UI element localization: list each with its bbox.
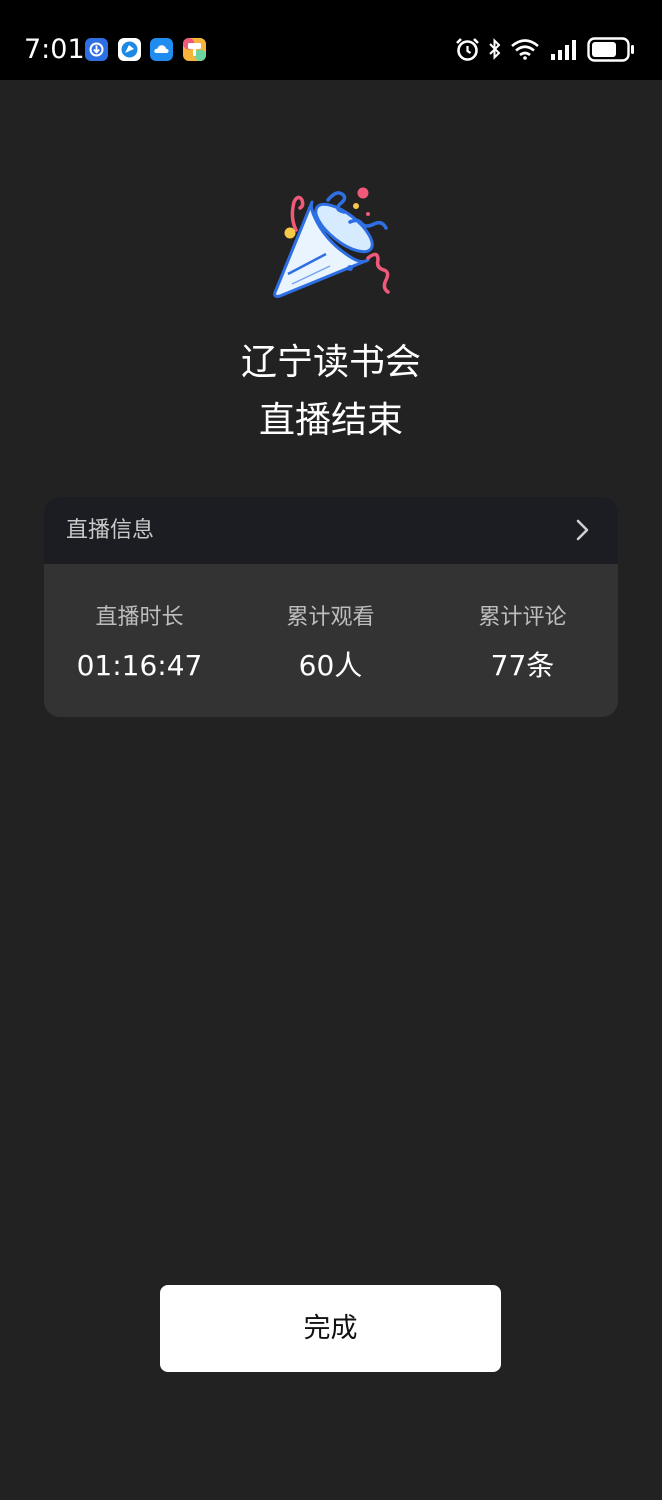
chevron-right-icon (574, 517, 592, 543)
browser-app-icon (118, 38, 141, 61)
stat-label: 累计评论 (478, 605, 567, 630)
live-info-card: 直播信息 直播时长 01:16:47 累计观看 60人 累计评论 77条 (44, 497, 618, 717)
stat-value: 77条 (490, 649, 555, 682)
live-info-header[interactable]: 直播信息 (44, 497, 618, 564)
bluetooth-icon (487, 37, 503, 65)
stat-comments: 累计评论 77条 (427, 602, 618, 686)
cloud-app-icon (150, 38, 173, 61)
stat-duration: 直播时长 01:16:47 (44, 602, 235, 686)
stat-label: 累计观看 (286, 605, 375, 630)
stream-name: 辽宁读书会 (240, 342, 421, 383)
brush-app-icon (183, 38, 206, 61)
done-button[interactable]: 完成 (160, 1285, 501, 1372)
status-time: 7:01 (24, 34, 85, 65)
battery-icon (587, 37, 635, 66)
stat-value: 60人 (298, 649, 363, 682)
status-bar: 7:01 (0, 0, 662, 80)
alarm-icon (455, 37, 480, 66)
stream-ended-title: 直播结束 (258, 400, 403, 441)
stat-value: 01:16:47 (76, 649, 203, 682)
download-app-icon (85, 38, 108, 61)
party-popper-icon (266, 184, 396, 306)
stat-label: 直播时长 (95, 605, 184, 630)
live-info-label: 直播信息 (66, 518, 155, 543)
stat-viewers: 累计观看 60人 (235, 602, 426, 686)
signal-icon (550, 39, 578, 65)
wifi-icon (510, 38, 540, 64)
